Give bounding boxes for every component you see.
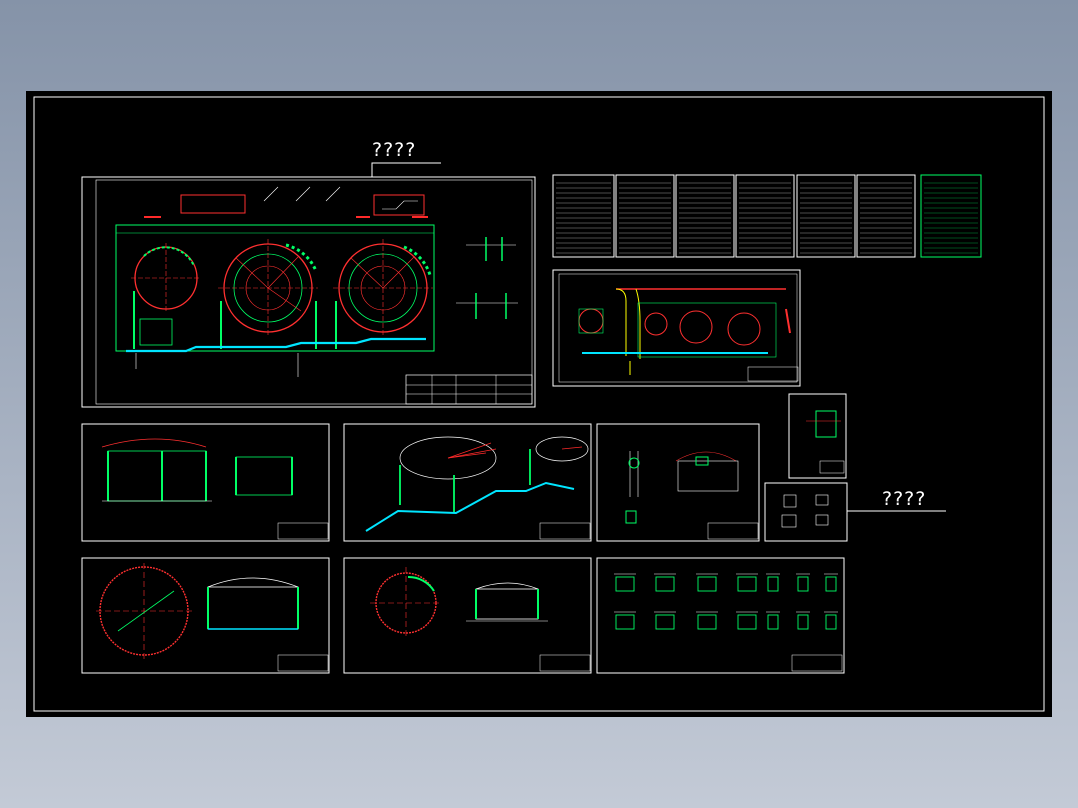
section-detail xyxy=(825,614,837,630)
cad-drawing xyxy=(33,96,1045,712)
section-detail xyxy=(825,576,837,592)
panel-details-c xyxy=(596,423,760,542)
section-detail xyxy=(615,576,635,592)
section-detail xyxy=(655,614,675,630)
section-detail xyxy=(697,614,717,630)
callout-top: ???? xyxy=(372,139,417,161)
panel-site-plan xyxy=(552,269,801,387)
panel-main-plan xyxy=(81,162,536,408)
section-detail xyxy=(615,614,635,630)
panel-tank-plan-small xyxy=(343,557,592,674)
panel-tables xyxy=(552,174,982,258)
panel-small-details xyxy=(764,393,946,542)
section-detail xyxy=(655,576,675,592)
panel-section-details xyxy=(596,557,845,674)
drawing-sheet xyxy=(26,91,1052,717)
section-detail xyxy=(737,576,757,592)
panel-pipe-isometric xyxy=(343,423,592,542)
section-detail xyxy=(767,576,779,592)
callout-right: ???? xyxy=(882,488,927,510)
section-detail xyxy=(797,614,809,630)
section-detail xyxy=(767,614,779,630)
section-detail xyxy=(737,614,757,630)
section-detail xyxy=(697,576,717,592)
panel-elevation-a xyxy=(81,423,330,542)
panel-tank-plan-large xyxy=(81,557,330,674)
detail-grid xyxy=(614,573,838,630)
section-detail xyxy=(797,576,809,592)
